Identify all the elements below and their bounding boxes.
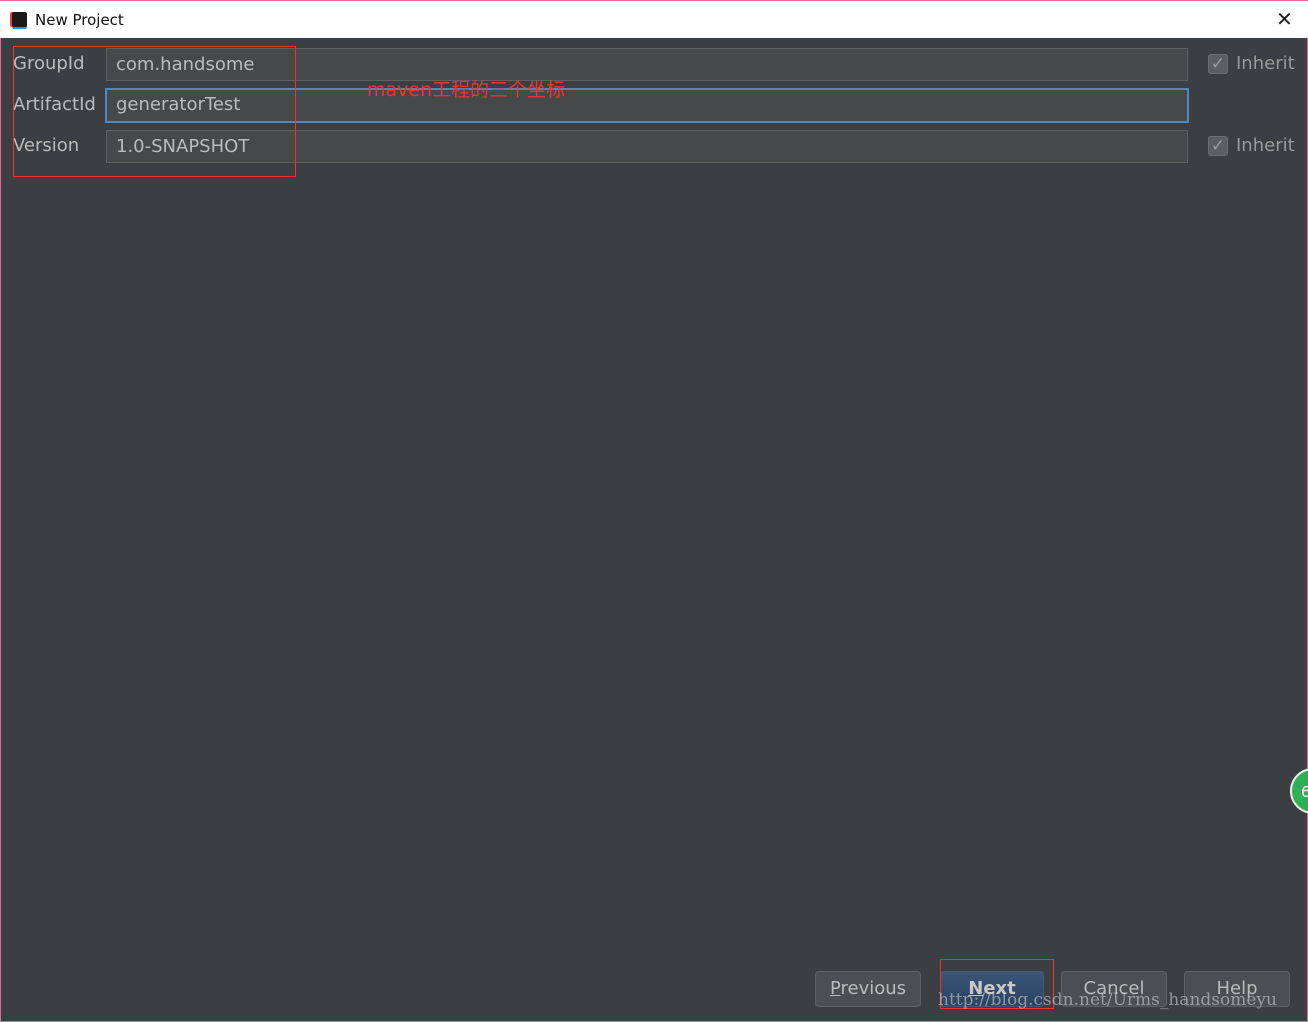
title-bar: New Project ✕ [0,0,1308,38]
version-inherit-checkbox[interactable]: ✓ [1208,136,1228,156]
groupid-label: GroupId [13,53,85,74]
close-icon[interactable]: ✕ [1276,7,1293,31]
version-label: Version [13,135,80,156]
groupid-inherit-label: Inherit [1236,53,1295,74]
window-title: New Project [35,11,124,29]
watermark: http://blog.csdn.net/Urms_handsomeyu [938,990,1277,1010]
previous-mnemonic: P [829,978,841,999]
annotation-text: maven工程的三个坐标 [367,79,566,101]
intellij-app-icon [12,12,27,27]
version-inherit-label: Inherit [1236,135,1295,156]
groupid-inherit-checkbox[interactable]: ✓ [1208,54,1228,74]
previous-button[interactable]: Previous [815,971,921,1007]
groupid-input[interactable]: com.handsome [106,48,1188,81]
artifactid-input[interactable]: generatorTest [105,88,1189,123]
previous-label: revious [840,978,907,999]
artifactid-label: ArtifactId [13,94,96,115]
version-input[interactable]: 1.0-SNAPSHOT [106,130,1188,163]
